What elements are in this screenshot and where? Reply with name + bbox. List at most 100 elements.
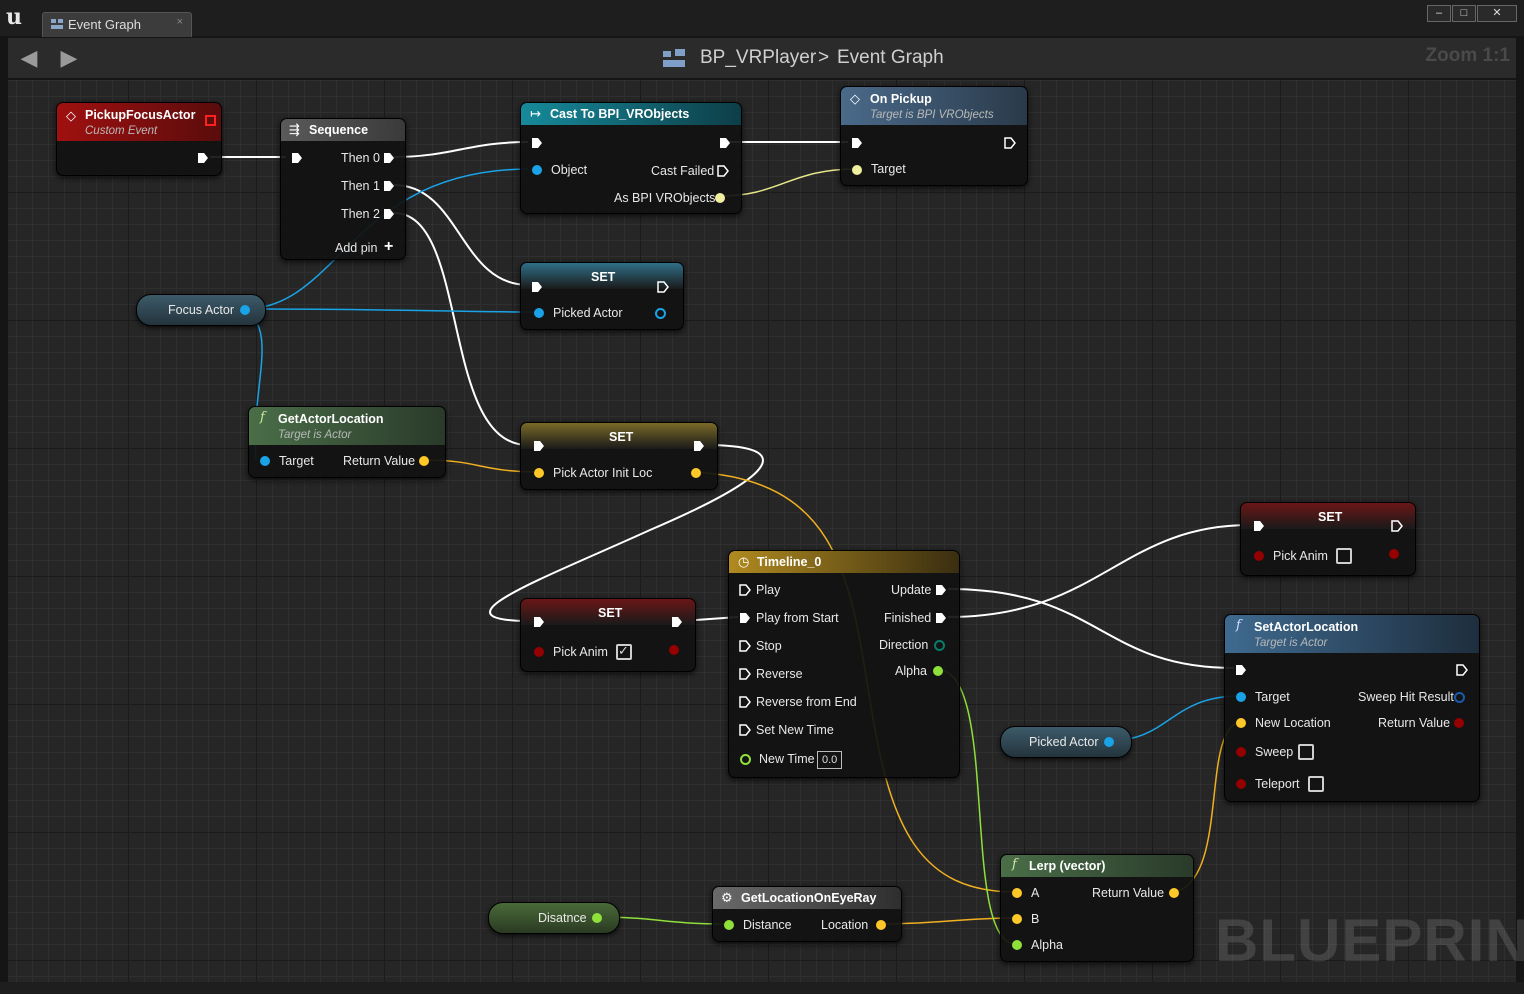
exec-in-pin[interactable] [531, 281, 543, 293]
alpha-pin[interactable] [1012, 940, 1022, 950]
sweep-label: Sweep [1255, 745, 1294, 759]
exec-in-pin[interactable] [531, 137, 543, 149]
target-pin[interactable] [852, 165, 862, 175]
vector-out-pin[interactable] [419, 456, 429, 466]
bool-out-pin[interactable] [669, 645, 679, 655]
pick-anim-checkbox[interactable] [1336, 548, 1352, 564]
target-pin[interactable] [260, 456, 270, 466]
stop-pin[interactable] [739, 640, 751, 652]
distance-pin[interactable] [724, 920, 734, 930]
focus-actor-variable[interactable]: Focus Actor [136, 294, 266, 326]
timeline-node[interactable]: ◷ Timeline_0 Play Play from Start Stop R… [728, 550, 960, 778]
new-location-label: New Location [1255, 716, 1331, 730]
teleport-checkbox[interactable] [1308, 776, 1324, 792]
exec-out-pin[interactable] [1004, 137, 1016, 149]
custom-event-node[interactable]: ◇ PickupFocusActor Custom Event [56, 102, 222, 176]
play-from-start-pin[interactable] [739, 612, 751, 624]
then2-label: Then 2 [341, 207, 380, 221]
bool-out-pin[interactable] [1389, 549, 1399, 559]
vector-out-pin[interactable] [691, 468, 701, 478]
a-pin[interactable] [1012, 888, 1022, 898]
b-pin[interactable] [1012, 914, 1022, 924]
finished-pin[interactable] [935, 612, 947, 624]
clock-icon: ◷ [738, 554, 750, 569]
play-label: Play [756, 583, 781, 597]
exec-out-pin[interactable] [719, 137, 731, 149]
reverse-pin[interactable] [739, 668, 751, 680]
object-label: Object [551, 163, 588, 177]
plus-icon[interactable]: + [384, 238, 393, 256]
sweep-checkbox[interactable] [1298, 744, 1314, 760]
exec-out-pin[interactable] [1456, 664, 1468, 676]
exec-in-pin[interactable] [1253, 520, 1265, 532]
set-picked-actor-node[interactable]: SET Picked Actor [520, 262, 684, 330]
new-location-pin[interactable] [1236, 718, 1246, 728]
object-pin[interactable] [532, 165, 542, 175]
then1-pin[interactable] [383, 180, 395, 192]
sequence-icon: ⇶ [289, 122, 300, 137]
exec-in-pin[interactable] [851, 137, 863, 149]
node-title: Lerp (vector) [1029, 859, 1106, 873]
update-pin[interactable] [935, 584, 947, 596]
variable-label: Disatnce [538, 911, 587, 925]
set-actor-location-node[interactable]: f SetActorLocation Target is Actor Targe… [1224, 614, 1480, 802]
get-location-on-eye-ray-node[interactable]: ⚙ GetLocationOnEyeRay Distance Location [712, 886, 902, 942]
exec-out-pin[interactable] [197, 152, 209, 164]
reverse-from-end-pin[interactable] [739, 696, 751, 708]
return-value-label: Return Value [1092, 886, 1165, 900]
exec-in-pin[interactable] [533, 440, 545, 452]
sequence-node[interactable]: ⇶ Sequence Then 0 Then 1 Then 2 Add pin … [280, 118, 406, 260]
then2-pin[interactable] [383, 208, 395, 220]
set-new-time-pin[interactable] [739, 724, 751, 736]
new-time-pin[interactable] [740, 754, 751, 765]
exec-in-pin[interactable] [291, 152, 303, 164]
vector-out-pin[interactable] [1169, 888, 1179, 898]
sweep-pin[interactable] [1236, 747, 1246, 757]
lerp-vector-node[interactable]: f Lerp (vector) A Return Value B Alpha [1000, 854, 1194, 962]
cast-node[interactable]: ↦ Cast To BPI_VRObjects Object Cast Fail… [520, 102, 742, 214]
exec-out-pin[interactable] [1391, 520, 1403, 532]
object-out-pin[interactable] [240, 305, 250, 315]
picked-actor-out-pin[interactable] [655, 308, 666, 319]
stop-label: Stop [756, 639, 782, 653]
picked-actor-variable[interactable]: Picked Actor [1000, 726, 1132, 758]
pick-anim-checkbox[interactable]: ✓ [616, 643, 632, 660]
b-label: B [1031, 912, 1040, 926]
new-time-input[interactable]: 0.0 [817, 751, 843, 769]
function-icon: f [1236, 618, 1241, 633]
exec-in-pin[interactable] [533, 616, 545, 628]
as-bpi-vrobjects-label: As BPI VRObjects [614, 191, 716, 205]
add-pin-label[interactable]: Add pin [335, 241, 377, 255]
object-out-pin[interactable] [1104, 737, 1114, 747]
target-pin[interactable] [1236, 692, 1246, 702]
set-pick-actor-init-loc-node[interactable]: SET Pick Actor Init Loc [520, 422, 718, 490]
interface-message-icon: ◇ [850, 91, 860, 106]
exec-in-pin[interactable] [1235, 664, 1247, 676]
alpha-pin[interactable] [933, 666, 943, 676]
sweep-hit-result-pin[interactable] [1454, 692, 1465, 703]
node-subtitle: Target is Actor [278, 429, 352, 441]
set-pick-anim-false-node[interactable]: SET Pick Anim [1240, 502, 1416, 576]
vector-in-pin[interactable] [534, 468, 544, 478]
disatnce-variable[interactable]: Disatnce [488, 902, 620, 934]
bool-in-pin[interactable] [1254, 551, 1264, 561]
play-pin[interactable] [739, 584, 751, 596]
bool-in-pin[interactable] [534, 647, 544, 657]
direction-pin[interactable] [934, 640, 945, 651]
set-pick-anim-true-node[interactable]: SET Pick Anim ✓ [520, 598, 696, 672]
delegate-pin[interactable] [205, 115, 216, 126]
get-actor-location-node[interactable]: f GetActorLocation Target is Actor Targe… [248, 406, 446, 478]
target-label: Target [871, 162, 906, 176]
then0-pin[interactable] [383, 152, 395, 164]
on-pickup-node[interactable]: ◇ On Pickup Target is BPI VRObjects Targ… [840, 86, 1028, 186]
interface-pin[interactable] [715, 193, 725, 203]
exec-out-pin[interactable] [671, 616, 683, 628]
float-out-pin[interactable] [592, 913, 602, 923]
exec-out-pin[interactable] [657, 281, 669, 293]
picked-actor-pin[interactable] [534, 308, 544, 318]
cast-failed-pin[interactable] [717, 165, 729, 177]
return-value-pin[interactable] [1454, 718, 1464, 728]
location-out-pin[interactable] [876, 920, 886, 930]
exec-out-pin[interactable] [693, 440, 705, 452]
teleport-pin[interactable] [1236, 779, 1246, 789]
